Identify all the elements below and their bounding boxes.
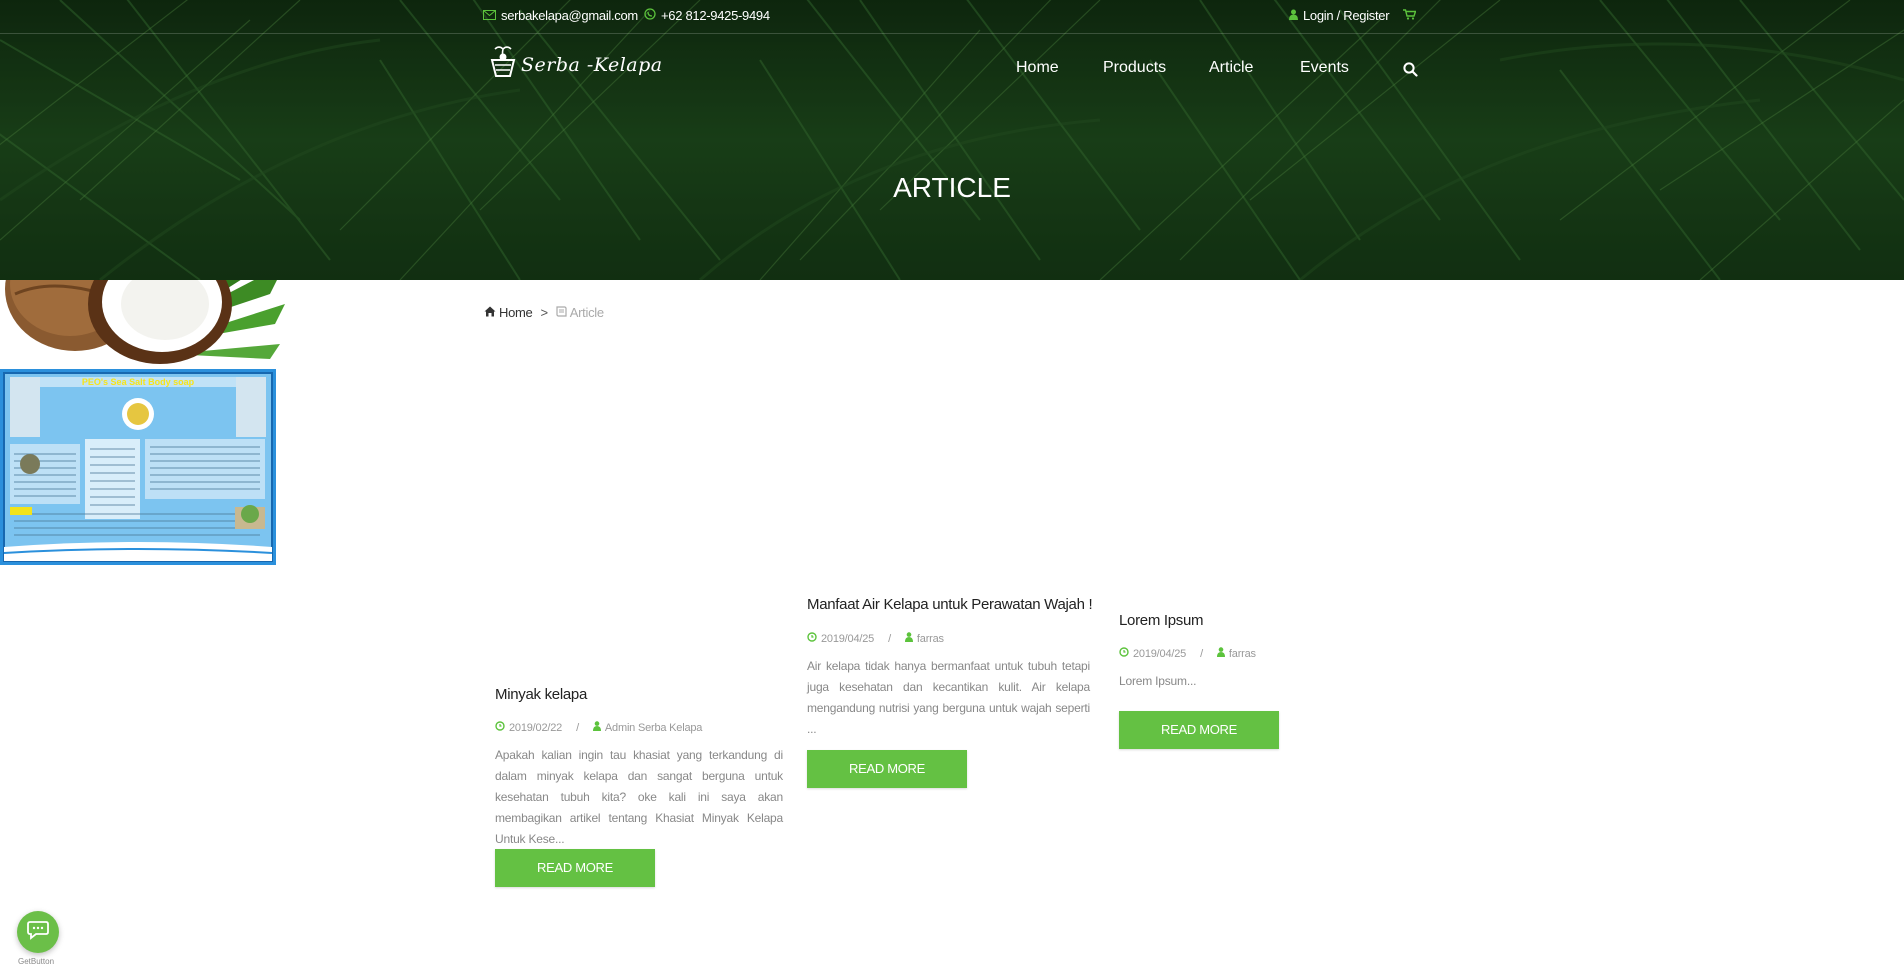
article-date: 2019/04/25 — [821, 632, 875, 645]
whatsapp-icon — [644, 8, 656, 23]
phone-text: +62 812-9425-9494 — [661, 8, 770, 23]
top-contact-bar: serbakelapa@gmail.com +62 812-9425-9494 … — [0, 0, 1904, 34]
hero-banner: serbakelapa@gmail.com +62 812-9425-9494 … — [0, 0, 1904, 280]
brand-logo[interactable]: Serba -Kelapa — [488, 46, 663, 83]
user-icon — [1216, 647, 1225, 660]
nav-events[interactable]: Events — [1300, 59, 1349, 77]
coconut-basket-logo-icon — [488, 46, 518, 83]
cart-icon — [1403, 8, 1417, 23]
chat-widget-button[interactable] — [17, 911, 59, 953]
breadcrumb-home-label: Home — [499, 305, 533, 320]
article-title[interactable]: Manfaat Air Kelapa untuk Perawatan Wajah… — [807, 596, 1093, 613]
email-link[interactable]: serbakelapa@gmail.com — [483, 8, 638, 23]
read-more-button[interactable]: READ MORE — [807, 750, 967, 788]
flyer-heading: PEO's Sea Salt Body soap — [82, 377, 195, 387]
article-card: PEO's Sea Salt Body soap Lorem Ipsum 201… — [0, 369, 1904, 749]
article-excerpt: Air kelapa tidak hanya bermanfaat untuk … — [807, 659, 1090, 736]
article-meta: 2019/04/25 / farras — [807, 632, 944, 645]
clock-icon — [807, 632, 817, 645]
home-icon — [484, 305, 496, 320]
book-icon — [556, 305, 567, 320]
clock-icon — [1119, 647, 1129, 660]
user-icon — [592, 721, 601, 734]
article-author: farras — [1228, 647, 1256, 660]
breadcrumb-current-label: Article — [569, 305, 604, 320]
login-text: Login / Register — [1303, 8, 1390, 23]
breadcrumb-separator: > — [540, 305, 548, 320]
user-icon — [904, 632, 913, 645]
cart-button[interactable] — [1403, 8, 1417, 23]
search-button[interactable] — [1403, 62, 1418, 82]
nav-products[interactable]: Products — [1103, 59, 1166, 77]
nav-article[interactable]: Article — [1209, 59, 1253, 77]
article-date: 2019/04/25 — [1133, 647, 1187, 660]
breadcrumb: Home > Article — [484, 305, 604, 320]
article-excerpt: Lorem Ipsum... — [1119, 674, 1197, 688]
article-author: Admin Serba Kelapa — [604, 721, 703, 734]
envelope-icon — [483, 8, 496, 23]
brand-name: Serba -Kelapa — [521, 53, 663, 76]
search-icon — [1403, 62, 1418, 81]
breadcrumb-current: Article — [556, 305, 604, 320]
breadcrumb-home[interactable]: Home — [484, 305, 533, 320]
article-title[interactable]: Lorem Ipsum — [1119, 612, 1204, 629]
phone-link[interactable]: +62 812-9425-9494 — [644, 8, 770, 23]
login-register-link[interactable]: Login / Register — [1289, 8, 1390, 23]
article-date: 2019/02/22 — [509, 721, 563, 734]
user-icon — [1289, 8, 1298, 23]
chat-bubble-icon — [27, 920, 49, 945]
page-title: ARTICLE — [893, 172, 1011, 203]
article-excerpt: Apakah kalian ingin tau khasiat yang ter… — [495, 748, 783, 846]
email-text: serbakelapa@gmail.com — [501, 8, 638, 23]
read-more-button[interactable]: READ MORE — [495, 849, 655, 887]
article-author: farras — [916, 632, 944, 645]
article-meta: 2019/02/22 / Admin Serba Kelapa — [495, 721, 702, 734]
clock-icon — [495, 721, 505, 734]
article-title[interactable]: Minyak kelapa — [495, 686, 587, 703]
article-meta: 2019/04/25 / farras — [1119, 647, 1256, 660]
read-more-button[interactable]: READ MORE — [1119, 711, 1279, 749]
widget-label: GetButton — [18, 957, 55, 966]
nav-home[interactable]: Home — [1016, 59, 1059, 77]
article-thumbnail-flyer[interactable]: PEO's Sea Salt Body soap — [0, 369, 276, 565]
